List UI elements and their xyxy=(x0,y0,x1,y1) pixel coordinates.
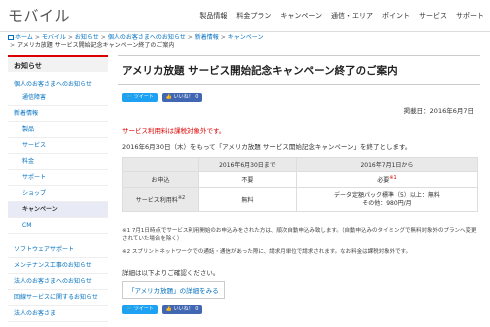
detail-text: 詳細は以下よりご確認ください。 xyxy=(122,269,220,277)
article: アメリカ放題 サービス開始記念キャンペーン終了のご案内 🐦 ツイート 👍 いいね… xyxy=(118,55,480,314)
cell-before: 無料 xyxy=(198,187,297,212)
sidebar-item-fees[interactable]: 料金 xyxy=(8,154,108,170)
row-label: お申込 xyxy=(122,171,199,188)
footnote-2: ※2 スプリントネットワークでの通話・通信があった際に、請求月単位で請求されます… xyxy=(122,249,412,255)
table-header-after: 2016年7月1日から xyxy=(295,157,479,172)
publish-date: 掲載日：2016年6月7日 xyxy=(403,107,474,115)
cell-after: データ定額パック標準（5）以上：無料 その他：980円/月 xyxy=(295,187,479,212)
sidebar-item-products[interactable]: 製品 xyxy=(8,122,108,138)
sidebar-group-personal[interactable]: 個人のお客さまへのお知らせ xyxy=(8,72,108,90)
row-label: サービス利用料※2 xyxy=(122,187,199,212)
breadcrumb-home[interactable]: ホーム xyxy=(15,34,33,41)
nav-campaign[interactable]: キャンペーン xyxy=(280,11,322,21)
sidebar-link-line-service[interactable]: 回線サービスに関するお知らせ xyxy=(8,290,108,306)
comparison-table: 2016年6月30日まで 2016年7月1日から お申込 不要 必要※1 サービ… xyxy=(122,157,479,212)
sidebar-item-campaign[interactable]: キャンペーン xyxy=(8,202,108,218)
table-corner xyxy=(122,157,199,172)
like-button[interactable]: 👍 いいね！ 0 xyxy=(161,93,203,102)
table-header-before: 2016年6月30日まで xyxy=(198,157,297,172)
table-row: サービス利用料※2 無料 データ定額パック標準（5）以上：無料 その他：980円… xyxy=(122,187,479,212)
nav-products[interactable]: 製品情報 xyxy=(199,11,227,21)
footnote-mark-2: ※2 xyxy=(177,195,186,201)
detail-link[interactable]: 「アメリカ放題」の詳細をみる xyxy=(122,281,225,299)
breadcrumb: ホーム > モバイル > お知らせ > 個人のお客さまへのお知らせ > 新着情報 > キャンペーン … xyxy=(8,34,264,49)
social-top: 🐦 ツイート 👍 いいね！ 0 xyxy=(122,93,203,102)
nav-support[interactable]: サポート xyxy=(456,11,484,21)
site-logo[interactable]: モバイル xyxy=(8,5,70,26)
footnote-mark-1: ※1 xyxy=(389,175,397,181)
sidebar-link-software[interactable]: ソフトウェアサポート xyxy=(8,242,108,258)
home-icon xyxy=(8,35,14,40)
breadcrumb-campaign[interactable]: キャンペーン xyxy=(228,34,264,41)
breadcrumb-personal[interactable]: 個人のお客さまへのお知らせ xyxy=(108,34,186,41)
sidebar-heading: お知らせ xyxy=(8,55,108,72)
sidebar-item-cm[interactable]: CM xyxy=(8,218,108,234)
nav-network[interactable]: 通信・エリア xyxy=(331,11,373,21)
global-nav: 製品情報 料金プラン キャンペーン 通信・エリア ポイント サービス サポート xyxy=(190,11,484,21)
sidebar-item-outage[interactable]: 通信障害 xyxy=(8,90,108,106)
article-title: アメリカ放題 サービス開始記念キャンペーン終了のご案内 xyxy=(118,55,480,85)
sidebar-link-maintenance[interactable]: メンテナンス工事のお知らせ xyxy=(8,258,108,274)
sidebar-item-support[interactable]: サポート xyxy=(8,170,108,186)
cell-after: 必要※1 xyxy=(295,171,479,188)
breadcrumb-current: アメリカ放題 サービス開始記念キャンペーン終了のご案内 xyxy=(17,42,175,49)
sidebar-item-service[interactable]: サービス xyxy=(8,138,108,154)
lead-text: 2016年6月30日（木）をもって「アメリカ放題 サービス開始記念キャンペーン」… xyxy=(122,143,412,151)
sidebar-link-corporate-news[interactable]: 法人のお客さまへのお知らせ xyxy=(8,274,108,290)
sidebar-item-latest[interactable]: 新着情報 xyxy=(8,106,108,122)
table-row: お申込 不要 必要※1 xyxy=(122,171,479,188)
breadcrumb-news[interactable]: お知らせ xyxy=(75,34,99,41)
tweet-button[interactable]: 🐦 ツイート xyxy=(122,93,158,102)
footnote-1: ※1 7月1日時点でサービス利用開始のお申込みをされた方は、順次自動申込み致しま… xyxy=(122,228,477,242)
cell-before: 不要 xyxy=(198,171,297,188)
breadcrumb-latest[interactable]: 新着情報 xyxy=(195,34,219,41)
sidebar: お知らせ 個人のお客さまへのお知らせ 通信障害 新着情報 製品 サービス 料金 … xyxy=(8,55,108,322)
nav-plans[interactable]: 料金プラン xyxy=(236,11,271,21)
like-button-bottom[interactable]: 👍 いいね！ 0 xyxy=(161,305,203,314)
nav-service[interactable]: サービス xyxy=(419,11,447,21)
nav-points[interactable]: ポイント xyxy=(382,11,410,21)
tweet-button-bottom[interactable]: 🐦 ツイート xyxy=(122,305,158,314)
sidebar-link-corporate[interactable]: 法人のお客さま xyxy=(8,306,108,322)
social-bottom: 🐦 ツイート 👍 いいね！ 0 xyxy=(122,305,203,314)
tax-notice: サービス利用料は課税対象外です。 xyxy=(122,127,226,135)
sidebar-item-shop[interactable]: ショップ xyxy=(8,186,108,202)
breadcrumb-mobile[interactable]: モバイル xyxy=(42,34,66,41)
site-header: モバイル 製品情報 料金プラン キャンペーン 通信・エリア ポイント サービス … xyxy=(0,0,490,32)
